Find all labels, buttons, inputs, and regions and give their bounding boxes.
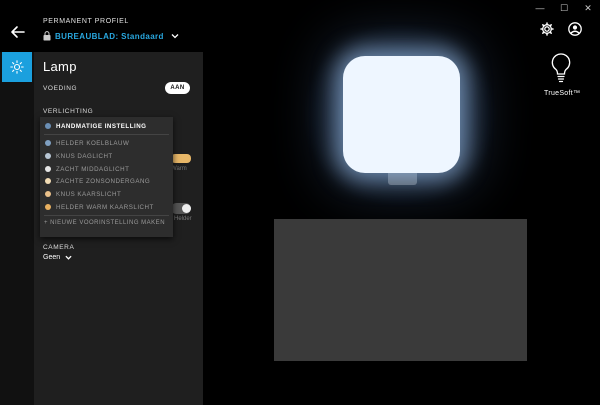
preset-label: ZACHTE ZONSONDERGANG xyxy=(56,177,151,185)
preset-color-dot xyxy=(45,204,51,210)
preset-item[interactable]: ZACHTE ZONSONDERGANG xyxy=(45,176,150,186)
back-arrow-icon[interactable] xyxy=(10,24,26,40)
preset-color-dot xyxy=(45,178,51,184)
profile-name: BUREAUBLAD: Standaard xyxy=(55,31,164,41)
truesoft-label: TrueSoft™ xyxy=(544,90,581,97)
user-icon[interactable] xyxy=(568,22,582,36)
preset-color-dot xyxy=(45,191,51,197)
panel-title: Lamp xyxy=(43,59,77,74)
preset-color-dot xyxy=(45,140,51,146)
nav-strip xyxy=(0,52,34,405)
camera-select[interactable]: Geen xyxy=(43,254,72,261)
preset-label: KNUS DAGLICHT xyxy=(56,152,113,160)
close-button[interactable]: ✕ xyxy=(576,0,600,16)
lock-icon xyxy=(43,31,51,41)
window-controls: — ☐ ✕ xyxy=(528,0,600,16)
nav-item-lighting[interactable] xyxy=(2,52,32,82)
divider xyxy=(44,215,169,216)
camera-value: Geen xyxy=(43,254,61,261)
camera-preview xyxy=(274,219,527,361)
chevron-down-icon xyxy=(171,34,179,39)
preset-label: ZACHT MIDDAGLICHT xyxy=(56,165,130,173)
gear-icon[interactable] xyxy=(540,22,554,36)
preset-label: HELDER WARM KAARSLICHT xyxy=(56,203,154,211)
lamp-stand xyxy=(388,173,417,185)
new-preset-button[interactable]: + NIEUWE VOORINSTELLING MAKEN xyxy=(44,220,165,226)
preset-item[interactable]: KNUS DAGLICHT xyxy=(45,151,113,161)
preset-label: HELDER KOELBLAUW xyxy=(56,139,130,147)
preset-label: HANDMATIGE INSTELLING xyxy=(56,122,147,130)
lighting-label: VERLICHTING xyxy=(43,108,94,115)
bulb-icon xyxy=(551,53,571,83)
power-label: VOEDING xyxy=(43,85,78,92)
sun-icon xyxy=(10,60,24,74)
profile-label: PERMANENT PROFIEL xyxy=(43,18,129,25)
chevron-down-icon xyxy=(65,255,72,260)
preset-color-dot xyxy=(45,166,51,172)
preset-item[interactable]: HELDER KOELBLAUW xyxy=(45,138,129,148)
preset-label: KNUS KAARSLICHT xyxy=(56,190,122,198)
preset-dropdown: HANDMATIGE INSTELLING HELDER KOELBLAUW K… xyxy=(40,117,173,237)
brightness-toggle-knob[interactable] xyxy=(182,204,191,213)
lamp-device xyxy=(343,56,460,173)
bright-label: Helder xyxy=(174,216,192,222)
warm-label: Warm xyxy=(171,166,187,172)
preset-item-selected[interactable]: HANDMATIGE INSTELLING xyxy=(45,121,146,131)
preset-color-dot xyxy=(45,153,51,159)
profile-selector[interactable]: BUREAUBLAD: Standaard xyxy=(43,31,179,41)
power-toggle[interactable]: AAN xyxy=(165,82,190,94)
maximize-button[interactable]: ☐ xyxy=(552,0,576,16)
preset-item[interactable]: KNUS KAARSLICHT xyxy=(45,189,121,199)
minimize-button[interactable]: — xyxy=(528,0,552,16)
camera-label: CAMERA xyxy=(43,244,75,251)
temperature-slider[interactable] xyxy=(171,154,191,163)
preset-item[interactable]: ZACHT MIDDAGLICHT xyxy=(45,164,129,174)
preset-color-dot xyxy=(45,123,51,129)
preset-item[interactable]: HELDER WARM KAARSLICHT xyxy=(45,202,154,212)
divider xyxy=(44,134,169,135)
